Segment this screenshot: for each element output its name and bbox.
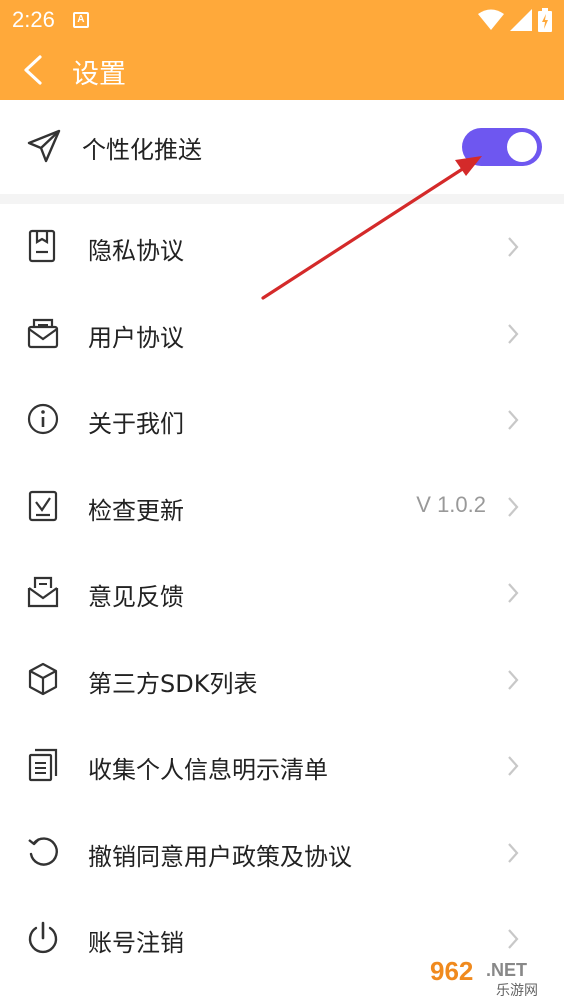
menu-item-privacy[interactable]: 隐私协议 (0, 204, 564, 291)
page-title: 设置 (72, 59, 126, 90)
watermark-subtitle: 乐游网 (496, 983, 538, 998)
check-box-icon (28, 490, 58, 521)
back-arrow-icon[interactable] (18, 54, 48, 86)
chevron-right-icon (508, 237, 519, 257)
menu-item-sdk-list[interactable]: 第三方SDK列表 (0, 637, 564, 724)
battery-icon (538, 8, 552, 32)
undo-icon (28, 836, 58, 866)
personalized-push-toggle[interactable] (462, 128, 542, 166)
menu-item-user-agreement[interactable]: 用户协议 (0, 291, 564, 378)
chevron-right-icon (508, 323, 519, 344)
section-divider (0, 194, 564, 204)
toggle-knob (507, 132, 537, 162)
power-icon (28, 921, 58, 954)
watermark-logo: 962 .NET 乐游网 (424, 954, 558, 998)
signal-icon (510, 9, 532, 31)
menu-item-label: 第三方SDK列表 (88, 669, 258, 698)
menu-item-label: 意见反馈 (88, 583, 184, 611)
send-icon (27, 129, 61, 163)
menu-item-label: 关于我们 (88, 410, 184, 438)
mail-feedback-icon (27, 576, 59, 608)
status-time: 2:26 (12, 7, 55, 32)
menu-item-label: 检查更新 (88, 496, 184, 525)
menu-item-update[interactable]: 检查更新 V 1.0.2 (0, 464, 564, 551)
menu-item-feedback[interactable]: 意见反馈 (0, 550, 564, 637)
inbox-icon (27, 318, 59, 348)
menu-item-label: 收集个人信息明示清单 (88, 756, 328, 784)
chevron-right-icon (508, 756, 519, 776)
notification-icon: A (72, 12, 89, 28)
menu-item-about[interactable]: 关于我们 (0, 377, 564, 464)
wifi-icon (478, 9, 504, 30)
menu-item-label: 撤销同意用户政策及协议 (88, 842, 352, 871)
cube-icon (28, 662, 58, 695)
chevron-right-icon (508, 842, 519, 863)
personalized-push-label: 个性化推送 (82, 136, 202, 164)
document-icon (28, 229, 56, 263)
chevron-right-icon (508, 496, 519, 517)
version-value: V 1.0.2 (416, 491, 486, 517)
menu-item-label: 隐私协议 (88, 237, 184, 265)
menu-item-label: 账号注销 (88, 929, 184, 957)
app-bar: 设置 (0, 40, 564, 100)
info-icon (27, 403, 59, 435)
status-icons (478, 8, 552, 32)
list-doc-icon (28, 748, 58, 782)
menu-item-revoke[interactable]: 撤销同意用户政策及协议 (0, 810, 564, 897)
chevron-right-icon (508, 929, 519, 949)
menu-item-label: 用户协议 (88, 323, 184, 352)
watermark-suffix: .NET (486, 960, 527, 980)
settings-menu: 隐私协议 用户协议 关于我们 检查更新 V 1.0.2 意见反馈 第三方SDK列… (0, 204, 564, 983)
chevron-right-icon (508, 410, 519, 430)
status-bar: 2:26 A (0, 0, 564, 40)
menu-item-info-list[interactable]: 收集个人信息明示清单 (0, 723, 564, 810)
watermark-brand: 962 (430, 956, 473, 986)
chevron-right-icon (508, 669, 519, 690)
chevron-right-icon (508, 583, 519, 603)
